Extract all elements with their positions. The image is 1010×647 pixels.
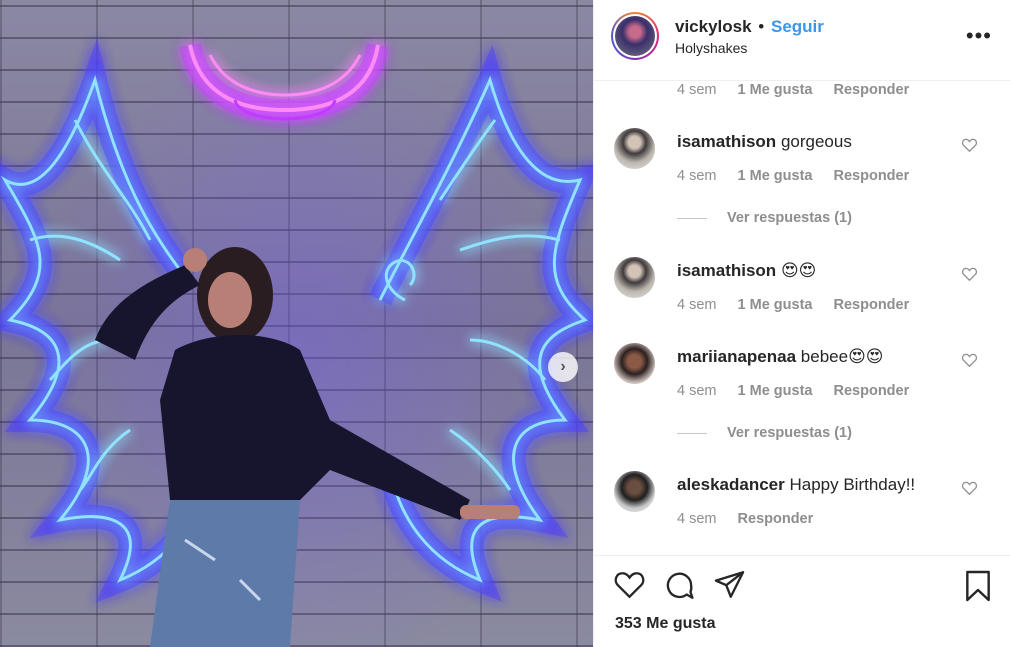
comment-username[interactable]: aleskadancer xyxy=(677,475,785,494)
comment-username[interactable]: isamathison xyxy=(677,261,776,280)
comment-time: 4 sem xyxy=(677,383,717,399)
post-side-panel: vickylosk • Seguir Holyshakes ••• 4 sem … xyxy=(593,0,1010,647)
comment-meta: 4 sem 1 Me gusta Responder xyxy=(677,82,926,98)
reply-button[interactable]: Responder xyxy=(834,82,910,98)
comment-meta: 4 sem 1 Me gusta Responder xyxy=(677,383,926,399)
heart-icon[interactable] xyxy=(962,481,977,495)
heart-icon[interactable] xyxy=(962,138,977,152)
reply-button[interactable]: Responder xyxy=(738,511,814,527)
reply-button[interactable]: Responder xyxy=(834,297,910,313)
heart-icon[interactable] xyxy=(962,267,977,281)
comment-body: 😍😍 xyxy=(780,261,817,280)
reply-button[interactable]: Responder xyxy=(834,383,910,399)
view-replies-button[interactable]: Ver respuestas (1) xyxy=(677,425,852,441)
follow-button[interactable]: Seguir xyxy=(771,17,824,36)
view-replies-button[interactable]: Ver respuestas (1) xyxy=(677,210,852,226)
divider-line xyxy=(677,217,707,219)
post-photo: › xyxy=(0,0,593,647)
bookmark-icon[interactable] xyxy=(964,570,992,602)
comment-time: 4 sem xyxy=(677,511,717,527)
author-avatar[interactable] xyxy=(611,12,659,60)
avatar[interactable] xyxy=(614,343,655,384)
person-silhouette xyxy=(95,247,520,647)
next-photo-button[interactable]: › xyxy=(548,352,578,382)
comment-icon[interactable] xyxy=(664,570,695,601)
comment-meta: 4 sem 1 Me gusta Responder xyxy=(677,297,926,313)
comment-body: Happy Birthday!! xyxy=(789,475,916,494)
reply-button[interactable]: Responder xyxy=(834,168,910,184)
comment-text-line: isamathison gorgeous xyxy=(677,132,852,152)
share-icon[interactable] xyxy=(714,570,745,599)
comment-likes[interactable]: 1 Me gusta xyxy=(738,297,813,313)
location-link[interactable]: Holyshakes xyxy=(675,40,747,56)
comment-text-line: mariianapenaa bebee😍😍 xyxy=(677,347,884,367)
more-options-icon[interactable]: ••• xyxy=(966,25,992,47)
like-count[interactable]: 353 Me gusta xyxy=(615,615,715,633)
avatar[interactable] xyxy=(614,471,655,512)
view-replies-label: Ver respuestas (1) xyxy=(727,425,852,441)
comment-likes[interactable]: 1 Me gusta xyxy=(738,168,813,184)
comment-meta: 4 sem Responder xyxy=(677,511,830,527)
heart-icon[interactable] xyxy=(614,570,645,599)
divider-line xyxy=(677,432,707,434)
avatar[interactable] xyxy=(614,128,655,169)
author-username[interactable]: vickylosk xyxy=(675,17,752,36)
comment-body: gorgeous xyxy=(780,132,852,151)
view-replies-label: Ver respuestas (1) xyxy=(727,210,852,226)
comment-meta: 4 sem 1 Me gusta Responder xyxy=(677,168,926,184)
comment-text-line: isamathison 😍😍 xyxy=(677,261,816,281)
post-actions: 353 Me gusta xyxy=(594,555,1010,647)
comment-text-line: aleskadancer Happy Birthday!! xyxy=(677,475,915,495)
avatar[interactable] xyxy=(614,257,655,298)
neon-wings-illustration xyxy=(0,38,593,647)
comment-likes[interactable]: 1 Me gusta xyxy=(738,82,813,98)
comments-list[interactable]: 4 sem 1 Me gusta Responder isamathison g… xyxy=(594,81,1010,555)
comment-time: 4 sem xyxy=(677,82,717,98)
chevron-right-icon: › xyxy=(560,358,566,375)
comment-body: bebee😍😍 xyxy=(800,347,884,366)
comment-time: 4 sem xyxy=(677,297,717,313)
separator-dot: • xyxy=(758,17,765,36)
post-header: vickylosk • Seguir Holyshakes ••• xyxy=(594,0,1010,81)
comment-username[interactable]: isamathison xyxy=(677,132,776,151)
comment-time: 4 sem xyxy=(677,168,717,184)
author-line: vickylosk • Seguir xyxy=(675,17,824,37)
comment-likes[interactable]: 1 Me gusta xyxy=(738,383,813,399)
comment-username[interactable]: mariianapenaa xyxy=(677,347,796,366)
heart-icon[interactable] xyxy=(962,353,977,367)
